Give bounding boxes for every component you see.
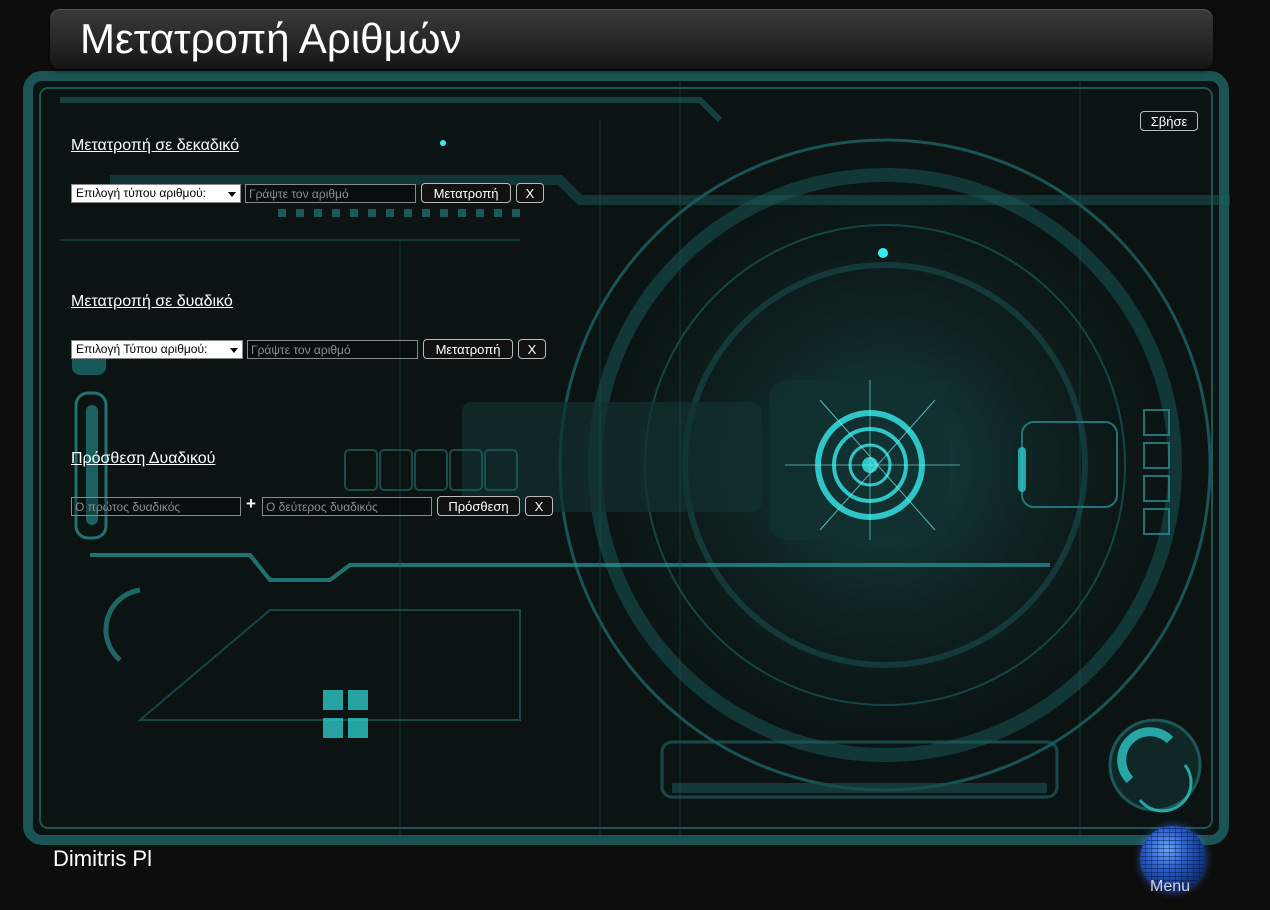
to-binary-type-select[interactable]: Επιλογή Τύπου αριθμού:	[71, 340, 243, 359]
page-title: Μετατροπή Αριθμών	[80, 15, 462, 62]
to-binary-clear-button[interactable]: X	[518, 339, 546, 359]
first-binary-input[interactable]	[71, 497, 241, 516]
to-decimal-type-select[interactable]: Επιλογή τύπου αριθμού:	[71, 184, 241, 203]
plus-sign: +	[246, 494, 256, 513]
binary-add-button[interactable]: Πρόσθεση	[437, 496, 520, 516]
to-binary-convert-button[interactable]: Μετατροπή	[423, 339, 513, 359]
to-binary-select-value: Επιλογή Τύπου αριθμού:	[76, 342, 208, 356]
to-decimal-convert-button[interactable]: Μετατροπή	[421, 183, 511, 203]
menu-button[interactable]: Menu	[1138, 826, 1210, 898]
second-binary-input[interactable]	[262, 497, 432, 516]
to-decimal-number-input[interactable]	[245, 184, 416, 203]
clear-all-button[interactable]: Σβήσε	[1140, 111, 1198, 131]
title-bar: Μετατροπή Αριθμών	[50, 9, 1213, 69]
chevron-down-icon	[228, 192, 236, 197]
to-decimal-select-value: Επιλογή τύπου αριθμού:	[76, 186, 207, 200]
to-binary-number-input[interactable]	[247, 340, 418, 359]
author-name: Dimitris Pl	[53, 846, 152, 871]
binary-add-clear-button[interactable]: X	[525, 496, 553, 516]
to-decimal-title: Μετατροπή σε δεκαδικό	[71, 137, 239, 154]
chevron-down-icon	[230, 348, 238, 353]
binary-add-title: Πρόσθεση Δυαδικού	[71, 450, 216, 467]
to-decimal-clear-button[interactable]: X	[516, 183, 544, 203]
to-binary-title: Μετατροπή σε δυαδικό	[71, 293, 233, 310]
menu-label: Menu	[1150, 878, 1191, 895]
